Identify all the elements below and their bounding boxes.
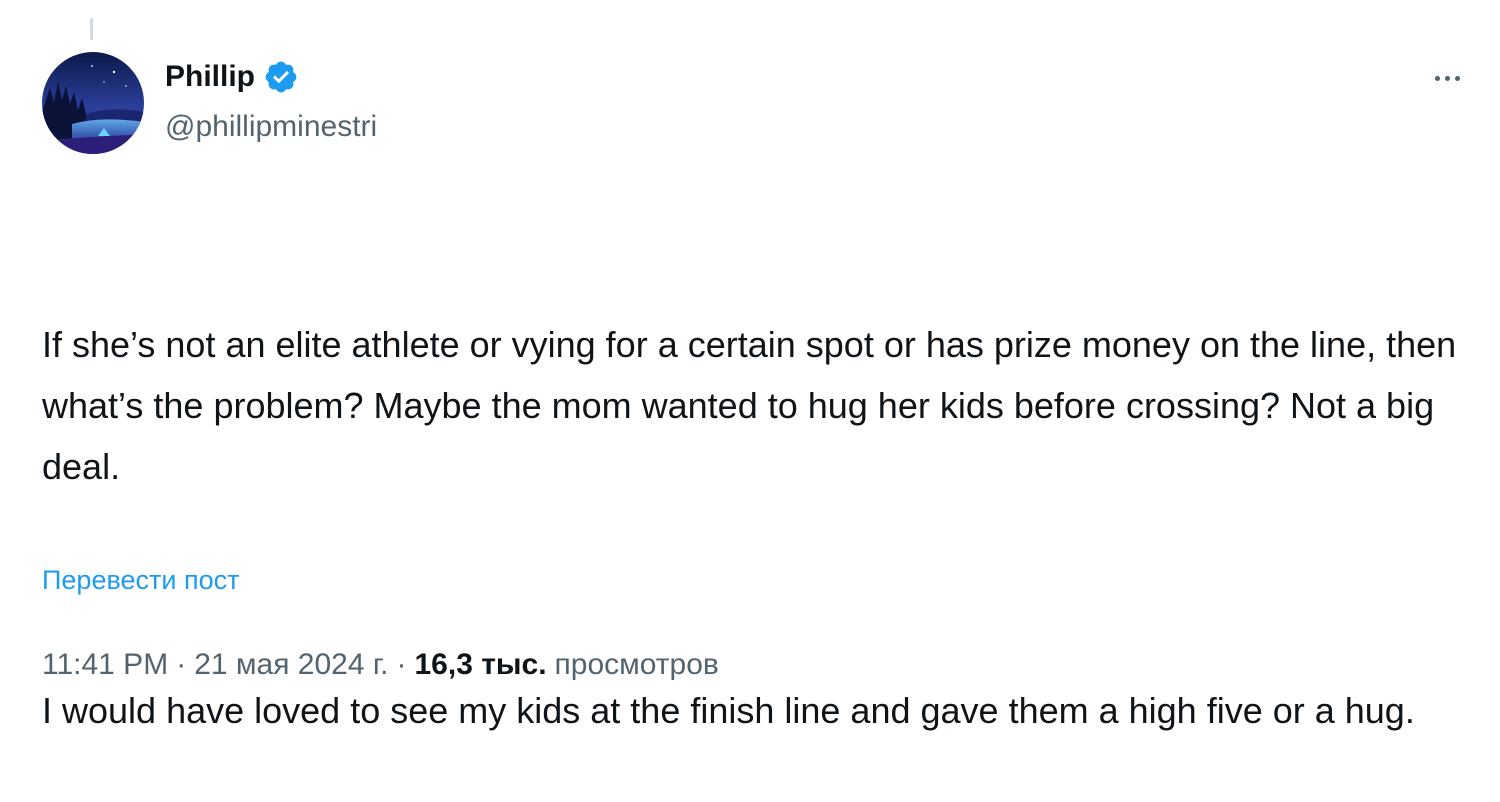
meta-separator: · xyxy=(396,648,407,681)
verified-badge-icon[interactable] xyxy=(263,59,299,95)
translate-post-link[interactable]: Перевести пост xyxy=(42,565,239,596)
views-count: 16,3 тыс. xyxy=(414,648,547,681)
views-label: просмотров xyxy=(554,648,719,681)
author-handle[interactable]: @phillipminestri xyxy=(165,110,377,144)
avatar[interactable] xyxy=(42,52,144,154)
tweet-text: If she’s not an elite athlete or vying f… xyxy=(42,192,1472,802)
author-name-row: Phillip xyxy=(165,57,299,97)
more-dot xyxy=(1444,75,1450,81)
tweet-paragraph: I would have loved to see my kids at the… xyxy=(42,690,1415,731)
thread-connector-line xyxy=(90,18,93,40)
more-options-button[interactable] xyxy=(1425,62,1469,94)
tweet-paragraph: If she’s not an elite athlete or vying f… xyxy=(42,324,1467,487)
more-dot xyxy=(1454,75,1460,81)
tweet-time[interactable]: 11:41 PM xyxy=(42,648,168,682)
tweet-meta: 11:41 PM · 21 мая 2024 г. · 16,3 тыс. пр… xyxy=(42,648,719,682)
author-display-name[interactable]: Phillip xyxy=(165,60,255,94)
avatar-night-landscape-icon xyxy=(42,52,144,154)
tweet-date[interactable]: 21 мая 2024 г. xyxy=(194,648,388,682)
more-horizontal-icon xyxy=(1434,75,1440,81)
meta-separator: · xyxy=(176,648,187,681)
